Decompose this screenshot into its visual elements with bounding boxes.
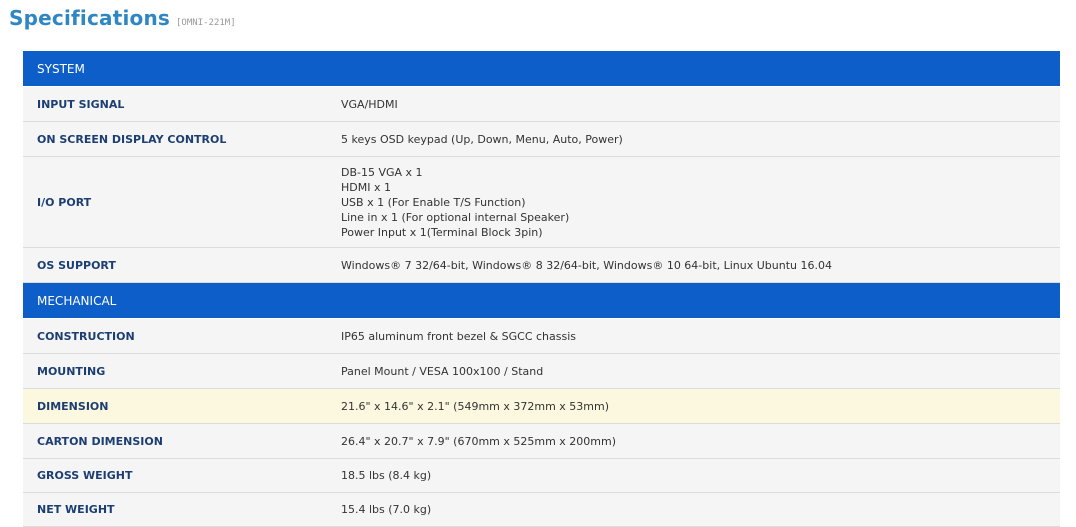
page-header: Specifications [OMNI-221M] [9, 6, 236, 30]
spec-value-multiline: DB-15 VGA x 1 HDMI x 1 USB x 1 (For Enab… [328, 156, 1060, 248]
io-port-line: Line in x 1 (For optional internal Speak… [341, 210, 570, 224]
spec-value: 26.4" x 20.7" x 7.9" (670mm x 525mm x 20… [328, 423, 1060, 459]
spec-row-io-port: I/O PORT DB-15 VGA x 1 HDMI x 1 USB x 1 … [23, 156, 1060, 248]
io-port-line: DB-15 VGA x 1 [341, 165, 423, 179]
spec-row-carton-dimension: CARTON DIMENSION 26.4" x 20.7" x 7.9" (6… [23, 423, 1060, 459]
spec-value: VGA/HDMI [328, 86, 1060, 122]
spec-value: IP65 aluminum front bezel & SGCC chassis [328, 318, 1060, 354]
spec-label: I/O PORT [23, 156, 328, 248]
spec-label: ON SCREEN DISPLAY CONTROL [23, 121, 328, 157]
spec-value: Panel Mount / VESA 100x100 / Stand [328, 353, 1060, 389]
spec-value: 15.4 lbs (7.0 kg) [328, 492, 1060, 527]
spec-label: OS SUPPORT [23, 247, 328, 283]
section-title: MECHANICAL [23, 282, 1060, 319]
io-port-line: Power Input x 1(Terminal Block 3pin) [341, 225, 543, 239]
spec-row-gross-weight: GROSS WEIGHT 18.5 lbs (8.4 kg) [23, 458, 1060, 493]
spec-row-input-signal: INPUT SIGNAL VGA/HDMI [23, 86, 1060, 122]
spec-row-mounting: MOUNTING Panel Mount / VESA 100x100 / St… [23, 353, 1060, 389]
spec-label: NET WEIGHT [23, 492, 328, 527]
io-port-line: USB x 1 (For Enable T/S Function) [341, 195, 526, 209]
section-header-mechanical: MECHANICAL [23, 282, 1060, 319]
spec-label: INPUT SIGNAL [23, 86, 328, 122]
spec-row-os-support: OS SUPPORT Windows® 7 32/64-bit, Windows… [23, 247, 1060, 283]
spec-value: 18.5 lbs (8.4 kg) [328, 458, 1060, 493]
section-title: SYSTEM [23, 51, 1060, 87]
spec-label: GROSS WEIGHT [23, 458, 328, 493]
spec-label: CONSTRUCTION [23, 318, 328, 354]
spec-label: MOUNTING [23, 353, 328, 389]
spec-value: 21.6" x 14.6" x 2.1" (549mm x 372mm x 53… [328, 388, 1060, 424]
spec-label: CARTON DIMENSION [23, 423, 328, 459]
spec-row-construction: CONSTRUCTION IP65 aluminum front bezel &… [23, 318, 1060, 354]
model-code: [OMNI-221M] [176, 18, 236, 28]
section-header-system: SYSTEM [23, 51, 1060, 87]
spec-row-osd-control: ON SCREEN DISPLAY CONTROL 5 keys OSD key… [23, 121, 1060, 157]
specifications-table: SYSTEM INPUT SIGNAL VGA/HDMI ON SCREEN D… [23, 51, 1060, 527]
spec-value: Windows® 7 32/64-bit, Windows® 8 32/64-b… [328, 247, 1060, 283]
spec-label: DIMENSION [23, 388, 328, 424]
io-port-line: HDMI x 1 [341, 180, 391, 194]
spec-value: 5 keys OSD keypad (Up, Down, Menu, Auto,… [328, 121, 1060, 157]
spec-row-dimension: DIMENSION 21.6" x 14.6" x 2.1" (549mm x … [23, 388, 1060, 424]
spec-row-net-weight: NET WEIGHT 15.4 lbs (7.0 kg) [23, 492, 1060, 527]
page-title: Specifications [9, 6, 171, 30]
